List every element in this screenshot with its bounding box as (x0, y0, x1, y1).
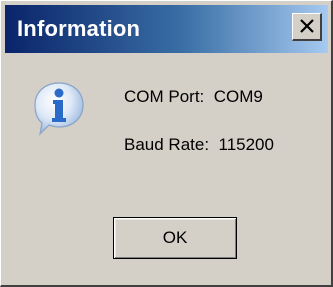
com-port-text: COM Port: COM9 (124, 87, 263, 106)
information-dialog: Information COM Port: COM9 Baud Rate: 11… (0, 0, 333, 287)
info-icon (33, 81, 85, 137)
baud-rate-text: Baud Rate: 115200 (124, 135, 274, 154)
ok-button[interactable]: OK (113, 217, 237, 259)
dialog-title: Information (17, 16, 141, 41)
ok-button-label: OK (162, 228, 188, 247)
close-icon (300, 19, 314, 33)
close-button[interactable] (292, 13, 322, 41)
title-bar[interactable]: Information (5, 5, 328, 53)
